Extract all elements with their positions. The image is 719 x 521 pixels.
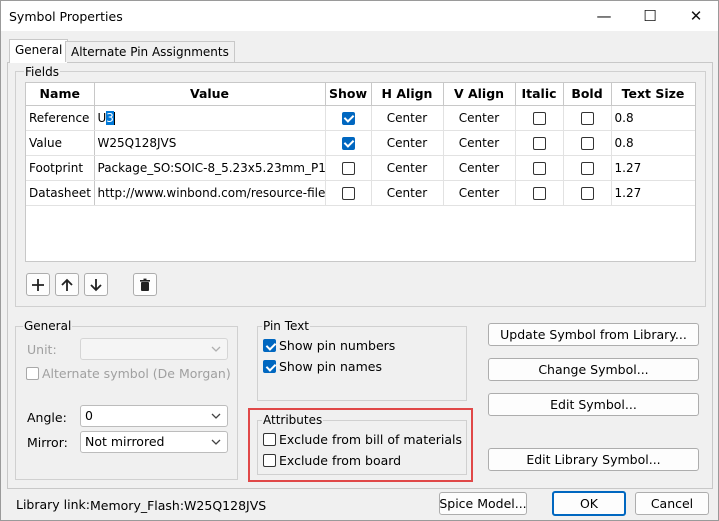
- field-name: Datasheet: [26, 180, 95, 206]
- field-value-editor[interactable]: U3: [94, 105, 326, 131]
- table-row: Footprint Package_SO:SOIC-8_5.23x5.23mm_…: [26, 155, 695, 181]
- chevron-down-icon: [211, 413, 221, 419]
- library-link-label: Library link:: [16, 497, 90, 512]
- field-name: Reference: [26, 105, 95, 131]
- move-down-icon: [90, 278, 102, 291]
- field-name: Footprint: [26, 155, 95, 181]
- italic-checkbox[interactable]: [532, 186, 546, 200]
- pin-text-group-label: Pin Text: [262, 319, 310, 333]
- table-row: Value W25Q128JVS Center Center 0.8: [26, 130, 695, 156]
- move-up-button[interactable]: [55, 273, 79, 296]
- show-checkbox[interactable]: [341, 111, 355, 125]
- maximize-icon[interactable]: ☐: [627, 1, 673, 31]
- chevron-down-icon: [211, 346, 221, 352]
- add-field-button[interactable]: [26, 273, 50, 296]
- spice-model-button[interactable]: Spice Model...: [439, 492, 527, 515]
- col-header-h-align[interactable]: H Align: [371, 83, 444, 106]
- field-value-selection: 3: [106, 110, 114, 125]
- show-pin-names-label: Show pin names: [279, 359, 382, 374]
- field-value-cell[interactable]: W25Q128JVS: [94, 130, 326, 156]
- cancel-button[interactable]: Cancel: [635, 492, 709, 515]
- library-link-value: Memory_Flash:W25Q128JVS: [90, 498, 267, 513]
- col-header-value[interactable]: Value: [94, 83, 326, 106]
- angle-value: 0: [85, 408, 93, 423]
- angle-combo[interactable]: 0: [80, 405, 228, 427]
- col-header-text-size[interactable]: Text Size: [611, 83, 695, 106]
- h-align-cell[interactable]: Center: [371, 105, 444, 131]
- window-title: Symbol Properties: [9, 9, 123, 24]
- tab-alternate-pin-assignments[interactable]: Alternate Pin Assignments: [65, 41, 235, 62]
- show-checkbox[interactable]: [341, 186, 355, 200]
- v-align-cell[interactable]: Center: [443, 105, 516, 131]
- add-icon: [32, 278, 44, 291]
- col-header-show[interactable]: Show: [325, 83, 372, 106]
- h-align-cell[interactable]: Center: [371, 130, 444, 156]
- title-bar: Symbol Properties — ☐ ✕: [1, 1, 718, 31]
- alternate-symbol-label: Alternate symbol (De Morgan): [42, 366, 231, 381]
- edit-symbol-button[interactable]: Edit Symbol...: [488, 393, 699, 416]
- col-header-name[interactable]: Name: [26, 83, 95, 106]
- show-pin-numbers-checkbox[interactable]: [263, 339, 276, 352]
- alternate-symbol-row[interactable]: Alternate symbol (De Morgan): [26, 366, 231, 381]
- text-size-cell[interactable]: 0.8: [611, 130, 695, 156]
- show-pin-numbers-row[interactable]: Show pin numbers: [263, 338, 395, 353]
- show-checkbox[interactable]: [341, 161, 355, 175]
- alternate-symbol-checkbox[interactable]: [26, 367, 39, 380]
- v-align-cell[interactable]: Center: [443, 155, 516, 181]
- delete-field-button[interactable]: [133, 273, 157, 296]
- field-value-text: U: [97, 110, 107, 125]
- mirror-label: Mirror:: [27, 435, 68, 450]
- mirror-combo[interactable]: Not mirrored: [80, 431, 228, 453]
- unit-combo[interactable]: [80, 338, 228, 360]
- h-align-cell[interactable]: Center: [371, 180, 444, 206]
- angle-label: Angle:: [27, 410, 67, 425]
- bold-checkbox[interactable]: [580, 186, 594, 200]
- v-align-cell[interactable]: Center: [443, 180, 516, 206]
- grid-header-row: Name Value Show H Align V Align Italic B…: [26, 83, 695, 106]
- bold-checkbox[interactable]: [580, 136, 594, 150]
- field-value-cell[interactable]: http://www.winbond.com/resource-files: [94, 180, 326, 206]
- fields-grid: Name Value Show H Align V Align Italic B…: [25, 82, 696, 262]
- text-size-cell[interactable]: 0.8: [611, 105, 695, 131]
- bold-checkbox[interactable]: [580, 111, 594, 125]
- tab-general[interactable]: General: [9, 39, 69, 63]
- col-header-italic[interactable]: Italic: [515, 83, 564, 106]
- move-up-icon: [61, 278, 73, 291]
- v-align-cell[interactable]: Center: [443, 130, 516, 156]
- italic-checkbox[interactable]: [532, 161, 546, 175]
- show-pin-names-checkbox[interactable]: [263, 360, 276, 373]
- symbol-properties-dialog: Symbol Properties — ☐ ✕ General Alternat…: [0, 0, 719, 521]
- italic-checkbox[interactable]: [532, 111, 546, 125]
- table-row: Datasheet http://www.winbond.com/resourc…: [26, 180, 695, 206]
- update-symbol-button[interactable]: Update Symbol from Library...: [488, 323, 699, 346]
- minimize-icon[interactable]: —: [581, 1, 627, 31]
- edit-library-symbol-button[interactable]: Edit Library Symbol...: [488, 448, 699, 471]
- italic-checkbox[interactable]: [532, 136, 546, 150]
- ok-button[interactable]: OK: [552, 491, 626, 516]
- text-size-cell[interactable]: 1.27: [611, 155, 695, 181]
- field-value-cell[interactable]: Package_SO:SOIC-8_5.23x5.23mm_P1.27: [94, 155, 326, 181]
- change-symbol-button[interactable]: Change Symbol...: [488, 358, 699, 381]
- chevron-down-icon: [211, 439, 221, 445]
- table-row: Reference U3 Center Center 0.8: [26, 105, 695, 131]
- delete-icon: [140, 278, 150, 291]
- field-name: Value: [26, 130, 95, 156]
- attributes-highlight-box: [248, 408, 473, 482]
- show-checkbox[interactable]: [341, 136, 355, 150]
- fields-group-label: Fields: [24, 65, 60, 79]
- close-icon[interactable]: ✕: [673, 1, 719, 31]
- unit-label: Unit:: [27, 342, 57, 357]
- text-caret: [113, 111, 115, 125]
- show-pin-numbers-label: Show pin numbers: [279, 338, 396, 353]
- mirror-value: Not mirrored: [85, 434, 165, 449]
- col-header-bold[interactable]: Bold: [563, 83, 612, 106]
- move-down-button[interactable]: [84, 273, 108, 296]
- general-group-label: General: [23, 319, 73, 333]
- text-size-cell[interactable]: 1.27: [611, 180, 695, 206]
- show-pin-names-row[interactable]: Show pin names: [263, 359, 382, 374]
- bold-checkbox[interactable]: [580, 161, 594, 175]
- col-header-v-align[interactable]: V Align: [443, 83, 516, 106]
- h-align-cell[interactable]: Center: [371, 155, 444, 181]
